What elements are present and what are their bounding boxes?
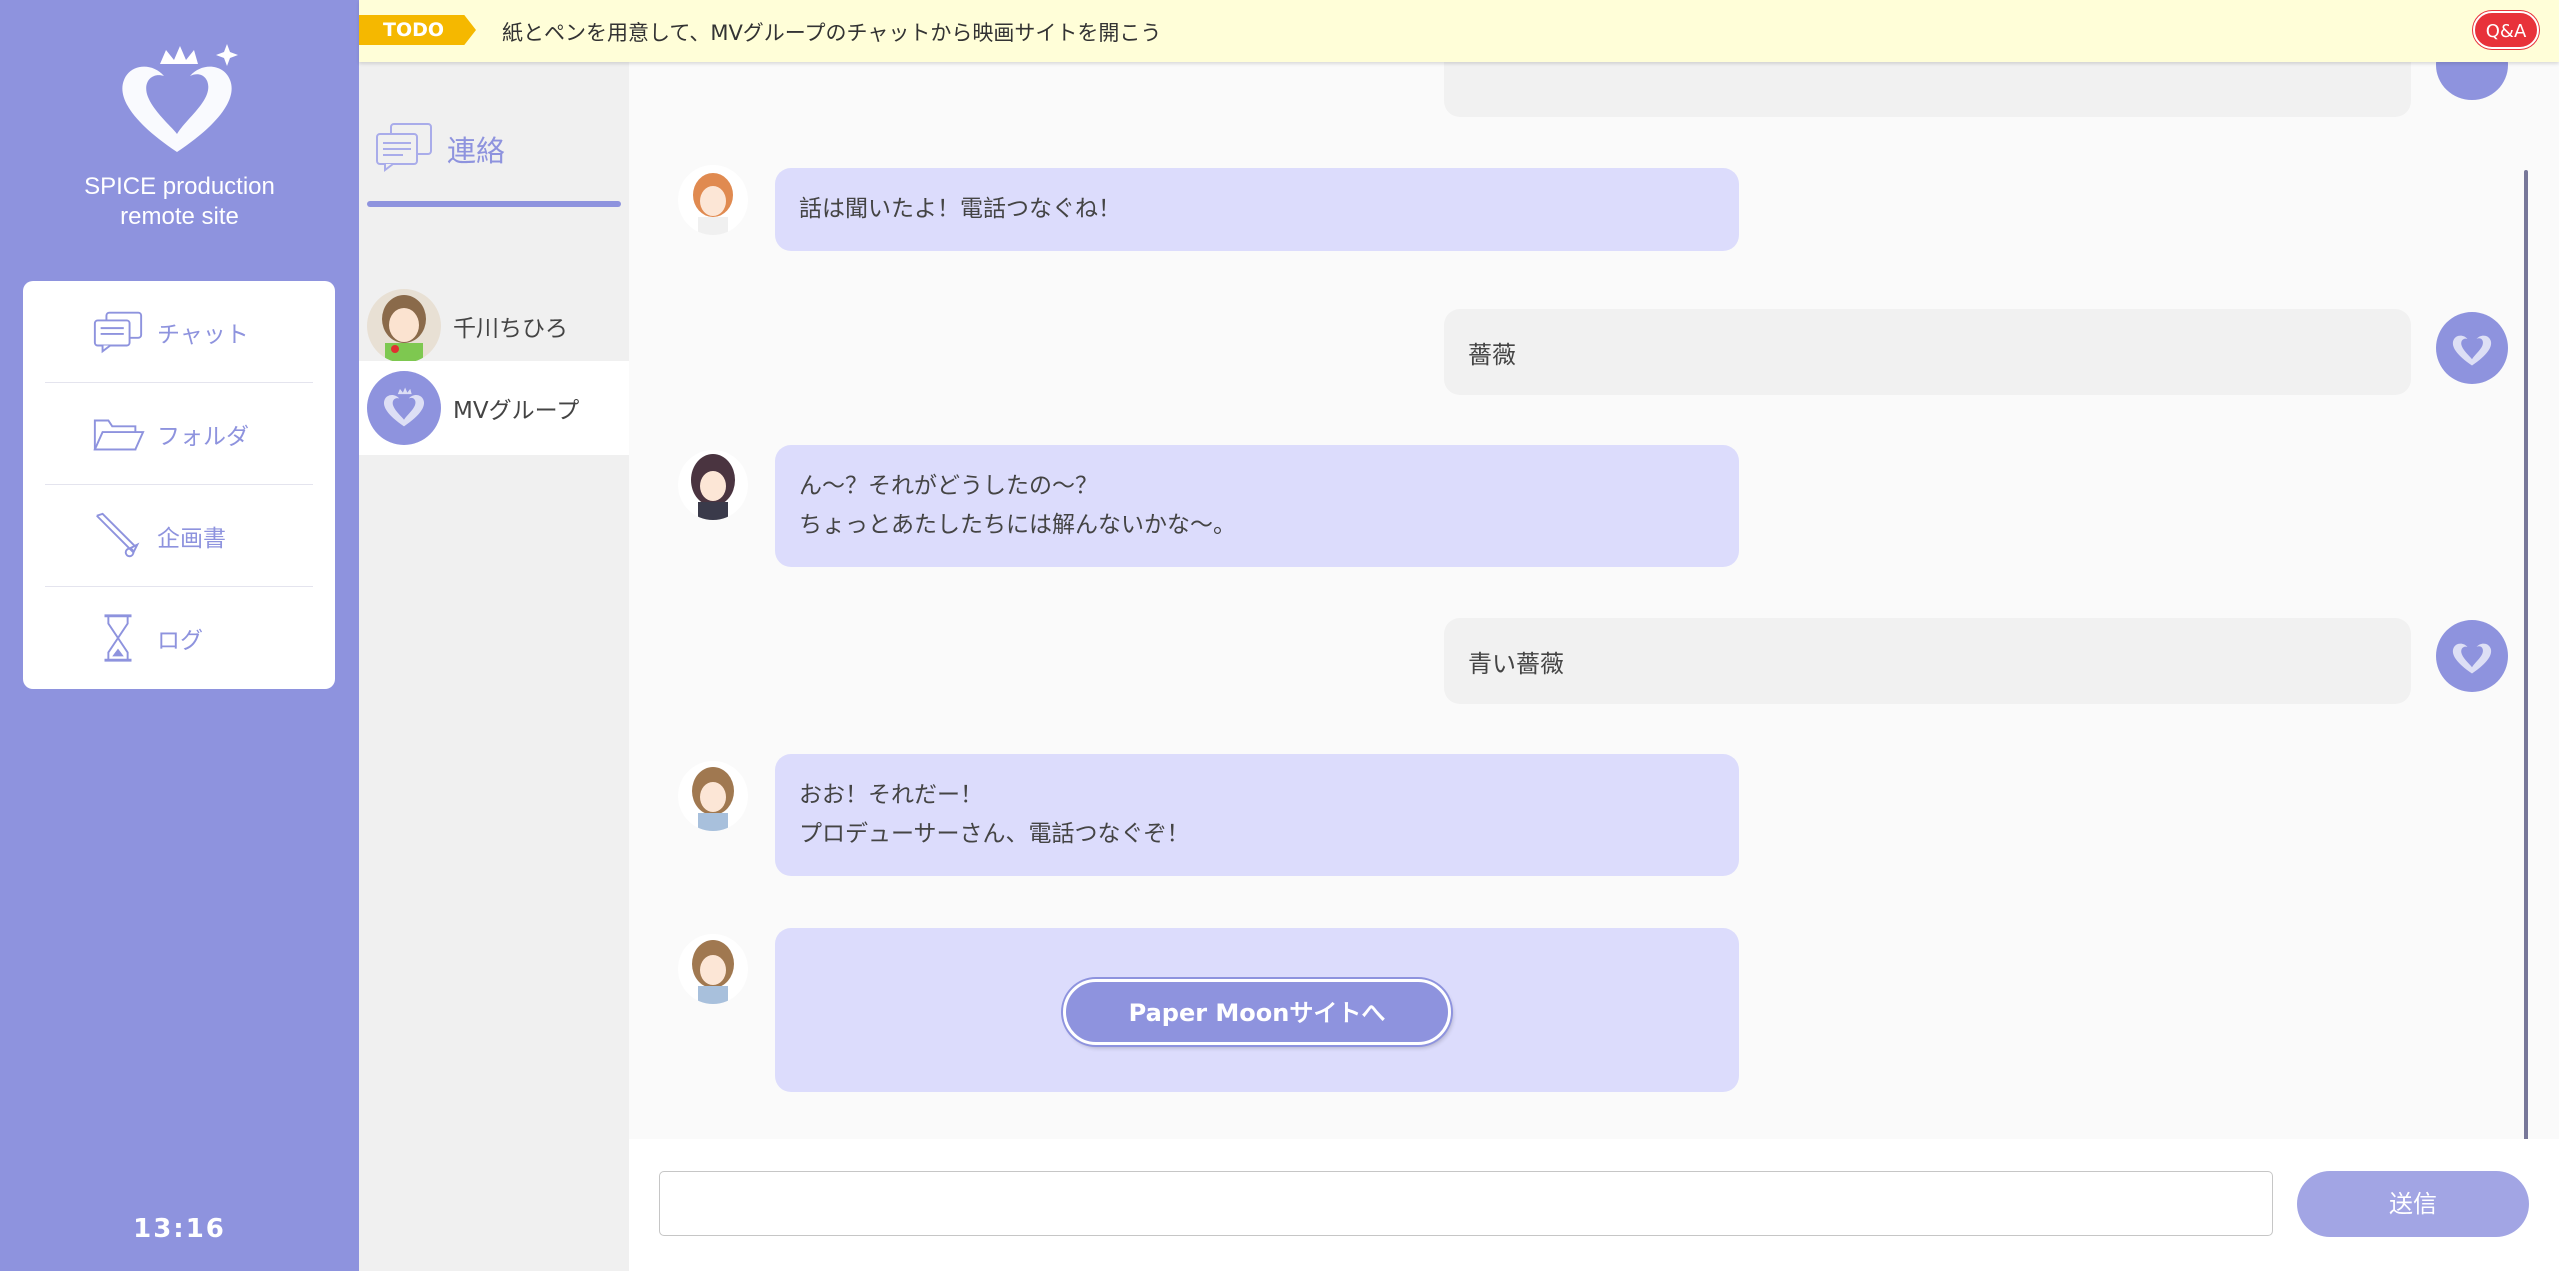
avatar: [367, 289, 441, 363]
contacts-header-label: 連絡: [447, 134, 506, 168]
paper-moon-site-button[interactable]: Paper Moonサイトへ: [1063, 979, 1451, 1045]
message-line: おお！それだー！: [799, 782, 983, 808]
send-button[interactable]: 送信: [2297, 1171, 2529, 1237]
site-title: SPICE production remote site: [0, 172, 359, 232]
nav-label-proposal: 企画書: [157, 525, 226, 552]
folder-icon: [91, 407, 145, 461]
spice-logo-icon: [112, 42, 242, 162]
main-nav: チャット フォルダ 企画書 ログ: [23, 281, 335, 689]
contact-name: MVグループ: [453, 398, 580, 424]
message-line: ん〜？それがどうしたの〜？: [799, 473, 1098, 499]
message-bubble: ん〜？それがどうしたの〜？ ちょっとあたしたちには解んないかな〜。: [775, 445, 1739, 567]
todo-bar: TODO 紙とペンを用意して、MVグループのチャットから映画サイトを開こう Q&…: [359, 0, 2559, 62]
sidebar: SPICE production remote site チャット フォルダ 企…: [0, 0, 359, 1271]
contacts-header: 連絡: [373, 122, 505, 176]
message-bubble: 話は聞いたよ！電話つなぐね！: [775, 168, 1739, 251]
message-icon: [373, 122, 435, 176]
avatar: [678, 761, 748, 831]
contacts-divider: [367, 201, 621, 207]
contact-mv-group[interactable]: MVグループ: [359, 361, 629, 455]
message-input[interactable]: [659, 1171, 2273, 1236]
nav-item-proposal[interactable]: 企画書: [45, 485, 313, 587]
message-line: ちょっとあたしたちには解んないかな〜。: [799, 512, 1236, 538]
todo-text: 紙とペンを用意して、MVグループのチャットから映画サイトを開こう: [502, 21, 1162, 45]
site-title-line1: SPICE production: [84, 173, 275, 200]
chat-scrollbar[interactable]: [2524, 170, 2528, 1142]
hourglass-icon: [91, 611, 145, 665]
group-logo-icon: [367, 371, 441, 445]
nav-item-log[interactable]: ログ: [45, 587, 313, 689]
message-bubble: 薔薇: [1444, 309, 2411, 395]
message-line: 話は聞いたよ！電話つなぐね！: [799, 196, 1121, 222]
nav-label-folder: フォルダ: [157, 423, 249, 450]
todo-badge: TODO: [359, 15, 476, 45]
message-line: 薔薇: [1468, 340, 1516, 369]
avatar: [678, 165, 748, 235]
avatar: [678, 450, 748, 520]
user-avatar: [2436, 312, 2508, 384]
message-bubble: おお！それだー！ プロデューサーさん、電話つなぐぞ！: [775, 754, 1739, 876]
qa-button[interactable]: Q&A: [2473, 11, 2539, 49]
message-bubble: 青い薔薇: [1444, 618, 2411, 704]
nav-item-folder[interactable]: フォルダ: [45, 383, 313, 485]
chat-icon: [91, 305, 145, 359]
nav-label-chat: チャット: [157, 321, 249, 348]
site-title-line2: remote site: [120, 203, 239, 230]
pen-icon: [91, 509, 145, 563]
message-line: 青い薔薇: [1468, 649, 1564, 678]
message-line: プロデューサーさん、電話つなぐぞ！: [799, 821, 1190, 847]
clock: 13:16: [133, 1214, 226, 1244]
message-bubble-partial: [1444, 62, 2411, 117]
contact-chihiro[interactable]: 千川ちひろ: [359, 279, 629, 373]
contact-name: 千川ちひろ: [453, 316, 568, 342]
nav-label-log: ログ: [157, 628, 203, 654]
contacts-panel: 連絡 千川ちひろ MVグループ: [359, 62, 629, 1271]
nav-item-chat[interactable]: チャット: [45, 281, 313, 383]
user-avatar: [2436, 620, 2508, 692]
avatar: [678, 934, 748, 1004]
